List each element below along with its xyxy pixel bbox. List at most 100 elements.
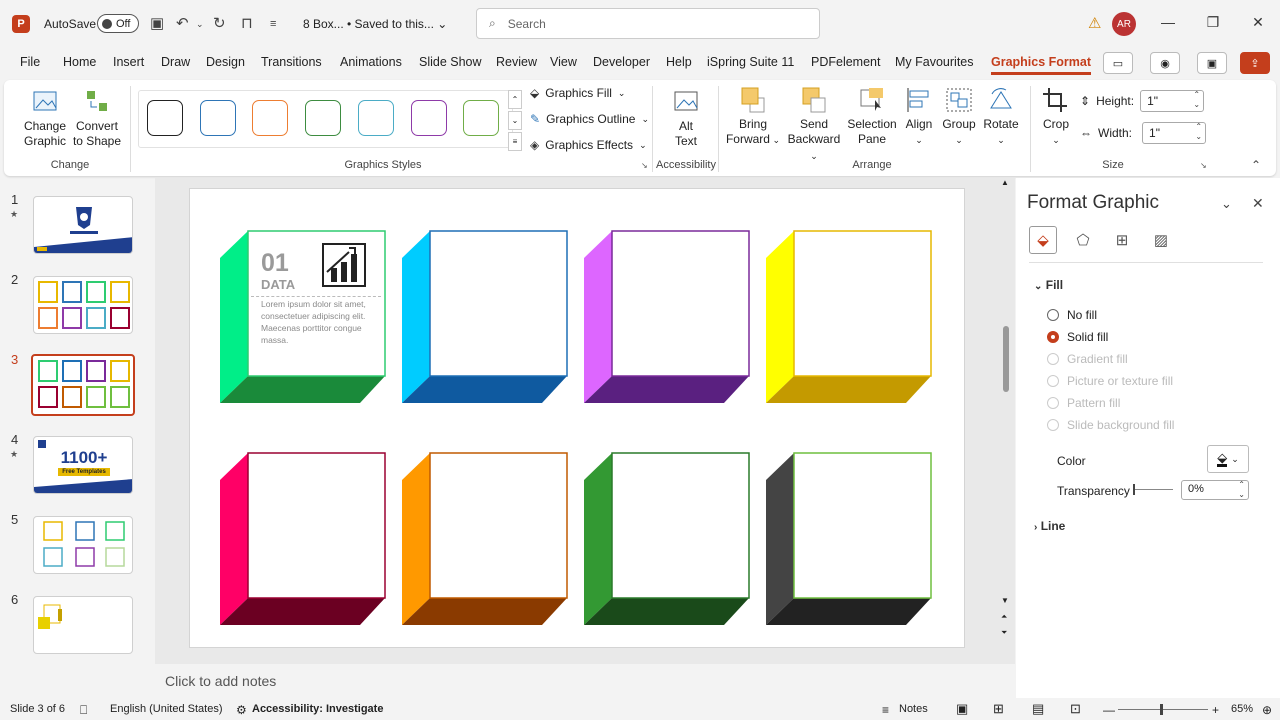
tab-draw[interactable]: Draw [161, 55, 190, 69]
crop-button[interactable]: Crop ⌄ [1036, 86, 1076, 148]
collapse-ribbon-icon[interactable]: ⌃ [1251, 158, 1261, 172]
slide-box-2[interactable] [402, 230, 568, 404]
tab-transitions[interactable]: Transitions [261, 55, 322, 69]
picture-tab-icon[interactable]: ▨ [1147, 226, 1175, 254]
minimize-icon[interactable]: — [1158, 14, 1178, 30]
graphics-style-swatch[interactable] [252, 100, 289, 136]
scroll-up-icon[interactable]: ▲ [1001, 178, 1009, 187]
size-properties-tab-icon[interactable]: ⊞ [1108, 226, 1136, 254]
line-section-header[interactable]: › Line [1034, 519, 1065, 533]
effects-tab-icon[interactable]: ⬠ [1069, 226, 1097, 254]
accessibility-icon[interactable]: ⚙ [236, 703, 247, 717]
slide-scrollbar[interactable]: ▲ ▼ ⏶ ⏷ [1000, 178, 1012, 648]
pane-close-icon[interactable]: ✕ [1252, 195, 1264, 212]
slide-box-6[interactable] [402, 452, 568, 626]
transparency-slider-thumb[interactable] [1133, 484, 1135, 495]
width-input[interactable]: 1" [1142, 122, 1207, 144]
fill-section-header[interactable]: ⌄ Fill [1034, 278, 1063, 292]
dialog-launcher-icon[interactable]: ↘ [641, 161, 648, 170]
size-dialog-launcher-icon[interactable]: ↘ [1200, 161, 1207, 170]
slide-thumbnail-1[interactable] [33, 196, 133, 254]
slide-thumbnail-2[interactable] [33, 276, 133, 334]
tab-graphics-format[interactable]: Graphics Format [991, 55, 1092, 75]
zoom-level[interactable]: 65% [1231, 703, 1253, 715]
height-input[interactable]: 1" [1140, 90, 1205, 112]
pane-options-chevron-icon[interactable]: ⌄ [1221, 196, 1232, 212]
reading-view-icon[interactable]: ▤ [1032, 701, 1044, 717]
tab-ispring[interactable]: iSpring Suite 11 [707, 55, 794, 69]
slide-box-8[interactable] [766, 452, 932, 626]
notes-pane[interactable] [155, 664, 1015, 698]
zoom-slider-thumb[interactable] [1160, 704, 1163, 715]
graphics-effects-button[interactable]: ◈ Graphics Effects ⌄ [530, 138, 647, 152]
tab-home[interactable]: Home [63, 55, 96, 69]
spell-check-icon[interactable]: ⎕ [80, 703, 87, 718]
fit-to-window-icon[interactable]: ⊕ [1262, 703, 1272, 717]
graphics-style-swatch[interactable] [357, 100, 394, 136]
close-icon[interactable]: ✕ [1248, 14, 1268, 31]
graphics-style-swatch[interactable] [410, 100, 447, 136]
chart-growth-icon[interactable] [321, 242, 367, 288]
scroll-down-icon[interactable]: ▼ [1001, 596, 1009, 605]
tab-my-favourites[interactable]: My Favourites [895, 55, 974, 69]
next-slide-icon[interactable]: ⏷ [1001, 628, 1007, 638]
notes-button[interactable]: Notes [899, 703, 928, 715]
save-icon[interactable]: ▣ [150, 14, 164, 34]
radio-no-fill[interactable] [1047, 309, 1059, 321]
rotate-button[interactable]: Rotate ⌄ [980, 86, 1022, 148]
slide-box-4[interactable] [766, 230, 932, 404]
tab-slide-show[interactable]: Slide Show [419, 55, 482, 69]
slideshow-view-icon[interactable]: ⊡ [1070, 701, 1081, 717]
tab-help[interactable]: Help [666, 55, 692, 69]
convert-to-shape-button[interactable]: Convert to Shape [72, 88, 122, 149]
slide-thumbnail-5[interactable] [33, 516, 133, 574]
tab-file[interactable]: File [20, 55, 40, 69]
tab-review[interactable]: Review [496, 55, 537, 69]
notes-icon[interactable]: ≡ [882, 703, 889, 717]
tab-insert[interactable]: Insert [113, 55, 144, 69]
present-teams-icon[interactable]: ▣ [1197, 52, 1227, 74]
graphics-style-swatch[interactable] [305, 100, 342, 136]
tab-design[interactable]: Design [206, 55, 245, 69]
radio-solid-fill[interactable] [1047, 331, 1059, 343]
comments-icon[interactable]: ▭ [1103, 52, 1133, 74]
graphics-outline-button[interactable]: ✎ Graphics Outline ⌄ [530, 112, 649, 126]
tab-pdfelement[interactable]: PDFelement [811, 55, 880, 69]
send-backward-button[interactable]: Send Backward ⌄ [783, 86, 845, 164]
zoom-slider-track[interactable] [1118, 709, 1208, 710]
slide-thumbnail-4[interactable]: 1100+ Free Templates [33, 436, 133, 494]
slide-thumbnail-3[interactable] [31, 354, 135, 416]
graphics-style-swatch[interactable] [199, 100, 236, 136]
no-fill-option[interactable]: No fill [1047, 308, 1097, 322]
slide-box-5[interactable] [220, 452, 386, 626]
accessibility-status[interactable]: Accessibility: Investigate [252, 703, 383, 715]
slide-thumbnail-6[interactable] [33, 596, 133, 654]
undo-dropdown-chevron-icon[interactable]: ⌄ [196, 14, 204, 34]
warning-icon[interactable]: ⚠ [1088, 14, 1101, 32]
solid-fill-option[interactable]: Solid fill [1047, 330, 1108, 344]
undo-icon[interactable]: ↶ [176, 14, 189, 34]
normal-view-icon[interactable]: ▣ [956, 701, 968, 717]
group-button[interactable]: Group ⌄ [940, 86, 978, 148]
present-icon[interactable]: ⊓ [241, 14, 253, 34]
transparency-input[interactable]: 0% [1181, 480, 1249, 500]
avatar[interactable]: AR [1112, 12, 1136, 36]
graphics-fill-button[interactable]: ⬙ Graphics Fill ⌄ [530, 86, 625, 100]
change-graphic-button[interactable]: Change Graphic [18, 88, 72, 149]
previous-slide-icon[interactable]: ⏶ [1001, 612, 1007, 622]
notes-placeholder[interactable]: Click to add notes [165, 673, 276, 689]
graphics-style-swatch[interactable] [147, 100, 183, 136]
fill-line-tab-icon[interactable]: ⬙ [1029, 226, 1057, 254]
align-button[interactable]: Align ⌄ [900, 86, 938, 148]
redo-icon[interactable]: ↻ [213, 14, 226, 34]
share-icon[interactable]: ⇪ [1240, 52, 1270, 74]
box1-body-text[interactable]: Lorem ipsum dolor sit amet, consectetuer… [261, 298, 375, 346]
slide-box-7[interactable] [584, 452, 750, 626]
search-box[interactable]: ⌕ Search [476, 8, 820, 39]
gallery-more-icon[interactable]: ≡ [508, 132, 522, 151]
slide-sorter-icon[interactable]: ⊞ [993, 701, 1004, 717]
tab-view[interactable]: View [550, 55, 577, 69]
box1-number[interactable]: 01 [261, 250, 289, 276]
gallery-up-icon[interactable]: ⌃ [508, 90, 522, 109]
zoom-out-icon[interactable]: — [1103, 703, 1115, 717]
